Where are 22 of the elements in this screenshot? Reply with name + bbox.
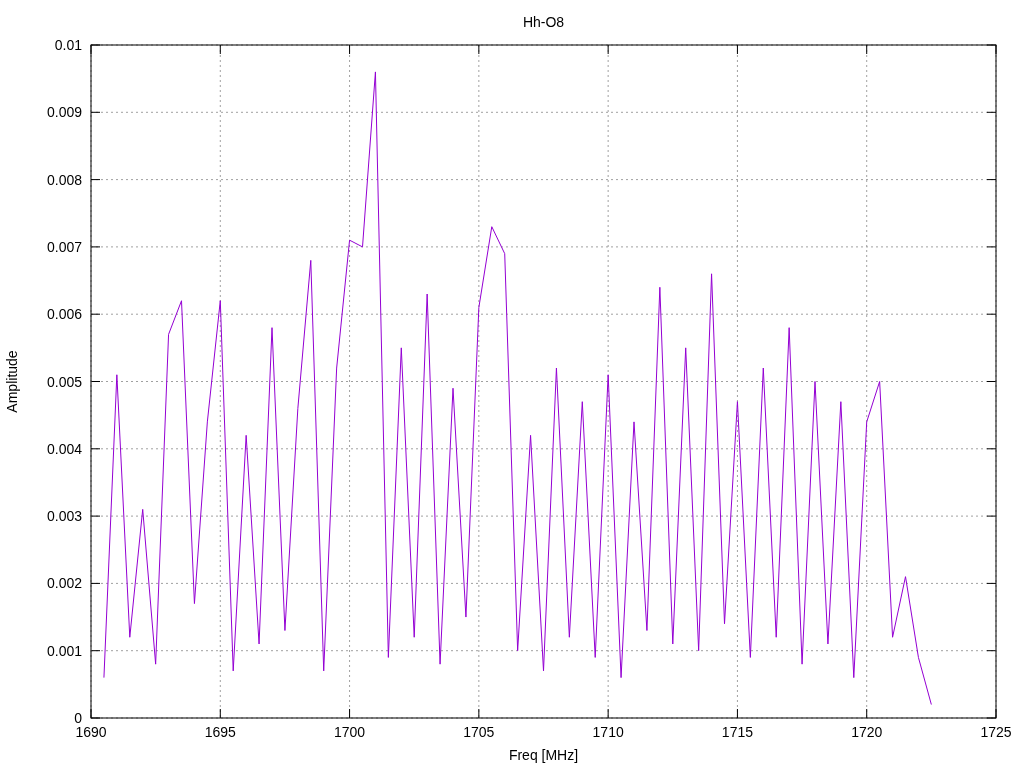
y-tick-label: 0.006 [46,306,82,323]
x-tick-label: 1725 [980,724,1012,740]
chart-title: Hh-O8 [522,14,565,30]
y-tick-label: 0.005 [46,373,82,390]
x-tick-label: 1695 [204,724,236,740]
y-tick-label: 0 [74,710,82,726]
y-tick-label: 0.007 [46,238,82,255]
y-tick-label: 0.002 [46,575,82,592]
x-tick-label: 1710 [592,724,624,740]
x-tick-label: 1690 [75,724,107,740]
x-tick-label: 1720 [851,724,883,740]
y-tick-label: 0.004 [46,440,82,457]
y-tick-label: 0.008 [46,171,82,188]
y-tick-label: 0.009 [46,104,82,121]
y-tick-label: 0.003 [46,508,82,525]
y-axis-label: Amplitude [4,350,20,413]
x-axis-label: Freq [MHz] [508,747,579,763]
y-tick-label: 0.01 [54,37,82,53]
x-tick-label: 1700 [334,724,366,740]
y-tick-label: 0.001 [46,642,82,659]
x-tick-label: 1715 [721,724,753,740]
x-tick-label: 1705 [463,724,495,740]
